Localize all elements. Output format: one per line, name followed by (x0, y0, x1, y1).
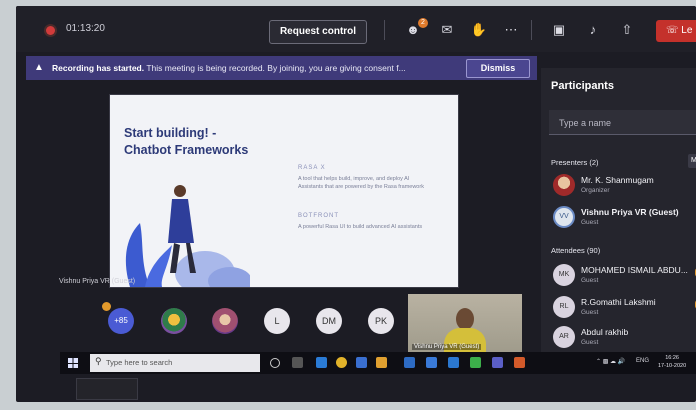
participant-name: MOHAMED ISMAIL ABDU... (581, 265, 688, 275)
language-indicator[interactable]: ENG (636, 358, 649, 364)
participant-search-input[interactable] (557, 114, 691, 132)
avatar: RL (553, 296, 575, 318)
panel-title: Participants (551, 80, 614, 92)
video-caption: Vishnu Priya VR (Guest) (412, 344, 482, 350)
system-tray-icons[interactable]: ⌃ ▩ ☁ 🔊 (596, 358, 625, 365)
participant-name: Abdul rakhib (581, 327, 629, 337)
cortana-icon[interactable] (270, 358, 280, 368)
recording-indicator-icon (46, 26, 55, 35)
participant-role: Guest (581, 339, 599, 346)
participant-avatar[interactable] (212, 308, 238, 334)
search-icon: ⚲ (95, 356, 102, 366)
banner-body: This meeting is being recorded. By joini… (146, 63, 406, 73)
avatar: VV (553, 206, 575, 228)
task-view-icon[interactable] (292, 357, 303, 368)
camera-off-icon[interactable]: ▣ (550, 22, 568, 38)
participant-row[interactable]: MK MOHAMED ISMAIL ABDU... Guest (549, 262, 696, 290)
participants-badge: 2 (418, 18, 428, 28)
clock-date: 17-10-2020 (658, 363, 687, 369)
warning-icon: ▲ (34, 62, 44, 73)
toolbar-divider (531, 20, 532, 40)
participant-search[interactable] (549, 110, 696, 135)
participant-role: Guest (581, 219, 599, 226)
presenter-video-feed: Vishnu Priya VR (Guest) (408, 294, 522, 356)
toolbar-divider (384, 20, 385, 40)
participant-avatar[interactable]: DM (316, 308, 342, 334)
app-icon[interactable] (426, 357, 437, 368)
participant-role: Organizer (581, 187, 610, 194)
leave-button-label: Le (681, 25, 693, 36)
participants-panel: Participants Presenters (2) Mu Mr. K. Sh… (541, 68, 696, 358)
video-person-head (456, 308, 474, 330)
app-icon[interactable] (514, 357, 525, 368)
slide-title-line2: Chatbot Frameworks (124, 143, 249, 157)
app-icon[interactable] (470, 357, 481, 368)
presenter-name-caption: Vishnu Priya VR (Guest) (59, 278, 136, 285)
taskbar-search-placeholder: Type here to search (106, 358, 173, 367)
participant-avatar[interactable]: PK (368, 308, 394, 334)
request-control-button[interactable]: Request control (269, 20, 367, 44)
attendees-section-title[interactable]: Attendees (90) (551, 246, 600, 255)
more-participants-avatar[interactable]: +85 (108, 308, 134, 334)
participant-avatar[interactable] (161, 308, 187, 334)
participant-name: Vishnu Priya VR (Guest) (581, 207, 679, 217)
mute-all-button[interactable]: Mu (688, 154, 696, 168)
shared-presentation-slide: Start building! - Chatbot Frameworks RAS… (109, 94, 459, 288)
participant-avatar[interactable]: L (264, 308, 290, 334)
avatar: AR (553, 326, 575, 348)
phone-icon: ☏ (666, 25, 682, 36)
edge-icon[interactable] (316, 357, 327, 368)
participant-role: Guest (581, 277, 599, 284)
banner-message: Recording has started. This meeting is b… (52, 63, 406, 73)
slide-paragraph-rasa: A tool that helps build, improve, and de… (298, 176, 424, 190)
slide-title: Start building! - Chatbot Frameworks (124, 125, 294, 159)
slide-paragraph-botfront: A powerful Rasa UI to build advanced AI … (298, 224, 423, 230)
clock-time: 16:26 (665, 355, 679, 361)
participant-row[interactable]: Mr. K. Shanmugam Organizer (549, 172, 696, 200)
teams-icon[interactable] (492, 357, 503, 368)
slide-subheading-rasa: RASA X (298, 165, 326, 171)
participant-role: Guest (581, 309, 599, 316)
presenters-section-title[interactable]: Presenters (2) (551, 158, 599, 167)
leave-button[interactable]: ☏ Le (656, 20, 696, 42)
recording-banner: ▲ Recording has started. This meeting is… (26, 56, 537, 80)
participant-row[interactable]: AR Abdul rakhib Guest (549, 324, 696, 352)
app-icon[interactable] (448, 357, 459, 368)
taskbar-search-box[interactable]: ⚲ Type here to search (90, 354, 260, 372)
mail-icon[interactable] (404, 357, 415, 368)
store-icon[interactable] (356, 357, 367, 368)
raised-hand-icon (102, 302, 111, 311)
windows-taskbar: ⚲ Type here to search ⌃ ▩ ☁ 🔊 ENG 16:26 … (60, 352, 696, 374)
avatar (553, 174, 575, 196)
participant-name: R.Gomathi Lakshmi (581, 297, 656, 307)
participant-name: Mr. K. Shanmugam (581, 175, 654, 185)
slide-illustration (125, 185, 250, 287)
monitor-screen: 01:13:20 Request control ☻ 2 ✉ ✋ ⋯ ▣ ♪ ⇧… (16, 6, 696, 402)
avatar: MK (553, 264, 575, 286)
meeting-toolbar: 01:13:20 Request control ☻ 2 ✉ ✋ ⋯ ▣ ♪ ⇧… (16, 6, 696, 52)
chat-icon[interactable]: ✉ (438, 22, 456, 38)
more-options-icon[interactable]: ⋯ (502, 22, 520, 38)
file-explorer-icon[interactable] (376, 357, 387, 368)
slide-title-line1: Start building! - (124, 126, 217, 140)
banner-title: Recording has started. (52, 63, 145, 73)
windows-start-icon[interactable] (68, 358, 78, 368)
share-screen-icon[interactable]: ⇧ (618, 22, 636, 38)
slide-subheading-botfront: BOTFRONT (298, 213, 339, 219)
taskbar-clock[interactable]: 16:26 17-10-2020 (658, 354, 686, 370)
monitor-bezel-label (76, 378, 138, 400)
dismiss-button[interactable]: Dismiss (466, 59, 530, 78)
participant-row[interactable]: RL R.Gomathi Lakshmi Guest (549, 294, 696, 322)
meeting-timer: 01:13:20 (66, 23, 105, 34)
chrome-icon[interactable] (336, 357, 347, 368)
raise-hand-icon[interactable]: ✋ (470, 22, 488, 38)
participant-row[interactable]: VV Vishnu Priya VR (Guest) Guest (549, 204, 696, 232)
mic-off-icon[interactable]: ♪ (584, 22, 602, 37)
